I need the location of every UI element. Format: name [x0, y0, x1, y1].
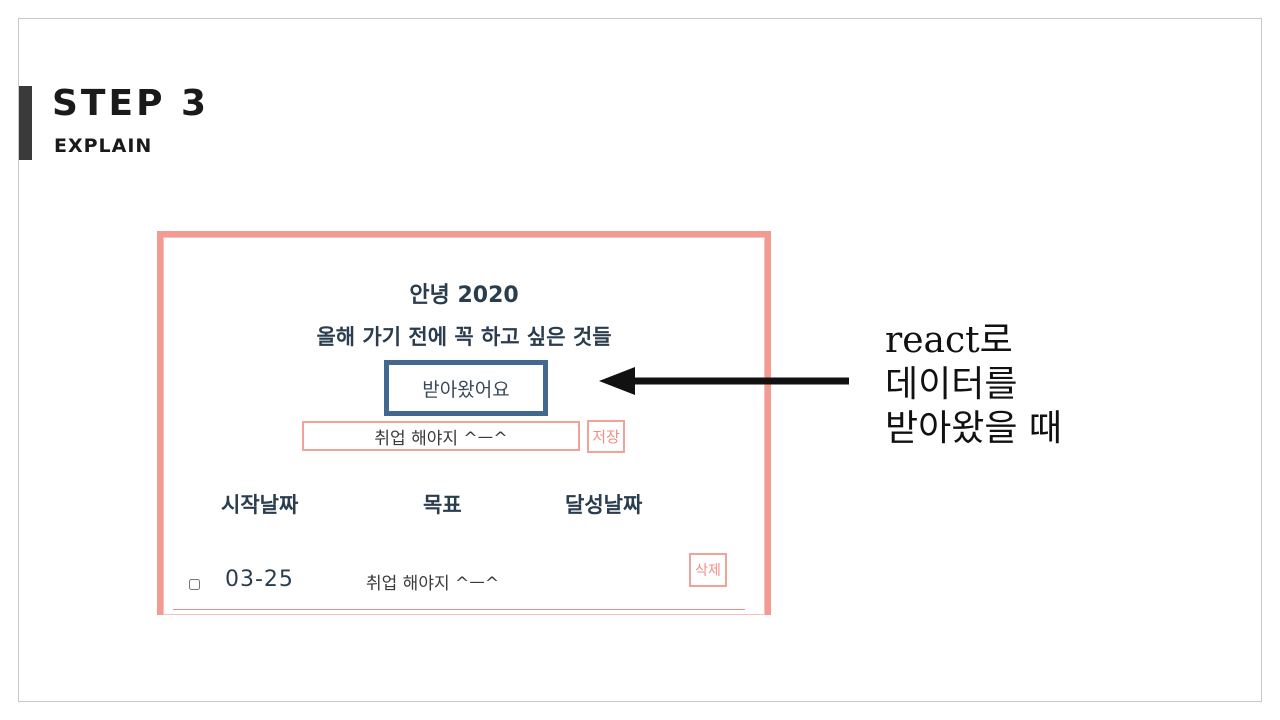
app-greeting: 안녕 2020: [409, 283, 519, 308]
column-header-done-date: 달성날짜: [565, 493, 643, 517]
callout-line-2: 데이터를: [885, 364, 1018, 405]
column-header-goal: 목표: [423, 493, 462, 517]
callout-line-3: 받아왔을 때: [885, 408, 1063, 449]
callout-line-1: react로: [885, 320, 1013, 361]
slide: STEP 3 EXPLAIN 안녕 2020 올해 가기 전에 꼭 하고 싶은 …: [18, 18, 1262, 702]
row-goal-text: 취업 해야지 ^ㅡ^: [366, 574, 500, 594]
goal-input[interactable]: [302, 421, 580, 451]
received-data-box: 받아왔어요: [384, 360, 548, 416]
app-subheading: 올해 가기 전에 꼭 하고 싶은 것들: [316, 325, 612, 349]
accent-bar: [19, 86, 32, 160]
app-screenshot: 안녕 2020 올해 가기 전에 꼭 하고 싶은 것들 받아왔어요 저장 시작날…: [157, 231, 771, 615]
callout-text: react로 데이터를 받아왔을 때: [885, 319, 1062, 451]
arrow-left-icon: [599, 367, 849, 395]
row-checkbox[interactable]: [189, 579, 200, 590]
row-start-date: 03-25: [225, 567, 294, 592]
step-title: STEP 3: [52, 83, 210, 124]
received-data-label: 받아왔어요: [422, 378, 510, 401]
row-divider: [173, 609, 745, 610]
save-button[interactable]: 저장: [587, 420, 625, 453]
step-subtitle: EXPLAIN: [54, 135, 153, 157]
delete-button[interactable]: 삭제: [689, 553, 727, 587]
column-header-start-date: 시작날짜: [221, 493, 299, 517]
